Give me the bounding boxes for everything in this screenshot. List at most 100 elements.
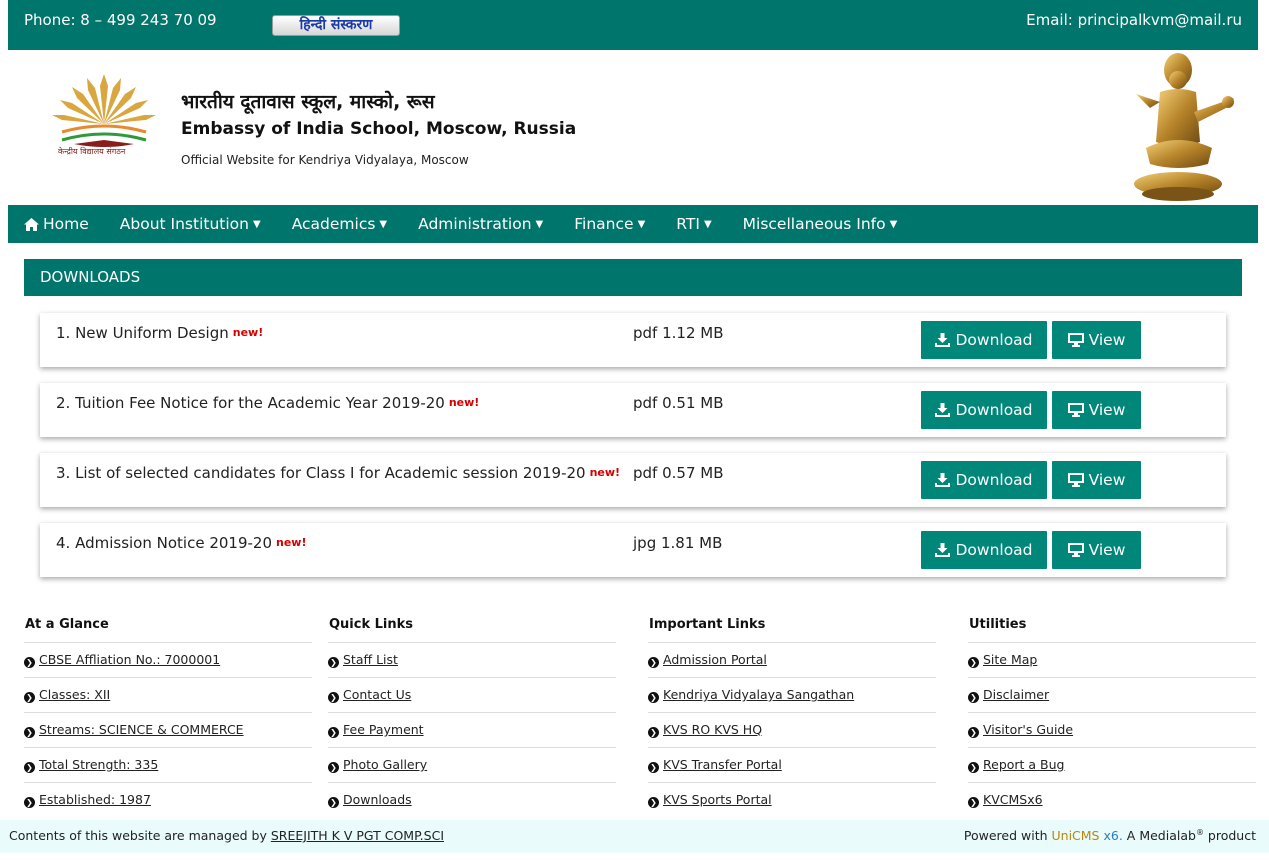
chevron-right-icon: ❯ (328, 727, 339, 738)
download-button[interactable]: Download (921, 321, 1047, 359)
chevron-right-icon: ❯ (328, 657, 339, 668)
managed-by-prefix: Contents of this website are managed by (9, 828, 267, 843)
footer-link-item: ❯ KVS RO KVS HQ (648, 713, 936, 748)
chevron-right-icon: ❯ (648, 727, 659, 738)
chevron-right-icon: ❯ (968, 797, 979, 808)
nav-item-misc[interactable]: Miscellaneous Info ▼ (743, 215, 898, 233)
download-button[interactable]: Download (921, 461, 1047, 499)
footer-link-item: ❯ Admission Portal (648, 643, 936, 678)
download-item-name: 1. New Uniform Design (56, 324, 229, 342)
download-button[interactable]: Download (921, 531, 1047, 569)
medialab-text: A Medialab (1126, 828, 1196, 844)
chevron-right-icon: ❯ (328, 692, 339, 703)
caret-down-icon: ▼ (535, 218, 544, 230)
footer-link[interactable]: Established: 1987 (39, 792, 151, 807)
footer-column-important-links: Important Links ❯ Admission Portal ❯ Kendr… (648, 612, 936, 818)
download-item-name: 4. Admission Notice 2019-20 (56, 534, 272, 552)
download-item-meta: pdf 1.12 MB (633, 324, 724, 342)
footer-column-at-a-glance: At a Glance ❯ CBSE Affliation No.: 700000… (24, 612, 312, 818)
footer-link[interactable]: Total Strength: 335 (39, 757, 158, 772)
download-item-meta: pdf 0.57 MB (633, 464, 724, 482)
footer-link-item: ❯ Report a Bug (968, 748, 1256, 783)
footer-link-item: ❯ Visitor's Guide (968, 713, 1256, 748)
footer-link[interactable]: Report a Bug (983, 757, 1064, 772)
top-bar: Phone: 8 – 499 243 70 09 हिन्दी संस्करण … (8, 0, 1258, 50)
footer-link[interactable]: KVS Sports Portal (663, 792, 772, 807)
download-button-label: Download (955, 331, 1033, 349)
nav-item-home[interactable]: Home (24, 215, 89, 233)
chevron-right-icon: ❯ (648, 657, 659, 668)
view-button-label: View (1088, 541, 1126, 559)
new-badge: new! (448, 396, 480, 409)
footer-link[interactable]: KVS Transfer Portal (663, 757, 782, 772)
nav-label-misc: Miscellaneous Info (742, 215, 886, 233)
footer-link[interactable]: KVS RO KVS HQ (663, 722, 762, 737)
footer-link[interactable]: Disclaimer (983, 687, 1049, 702)
footer-link[interactable]: Visitor's Guide (983, 722, 1073, 737)
chevron-right-icon: ❯ (968, 692, 979, 703)
footer-link[interactable]: Admission Portal (663, 652, 767, 667)
monitor-icon (1067, 543, 1084, 557)
download-item-name: 2. Tuition Fee Notice for the Academic Y… (56, 394, 445, 412)
footer-link-item: ❯ Streams: SCIENCE & COMMERCE (24, 713, 312, 748)
footer-link-item: ❯ Photo Gallery (328, 748, 616, 783)
main-navigation: Home About Institution ▼ Academics ▼ Admin… (8, 205, 1258, 243)
footer-column-title: At a Glance (24, 612, 312, 643)
caret-down-icon: ▼ (379, 218, 388, 230)
footer-link-item: ❯ KVCMSx6 (968, 783, 1256, 818)
footer-link[interactable]: Contact Us (343, 687, 411, 702)
footer-link[interactable]: CBSE Affliation No.: 7000001 (39, 652, 220, 667)
nav-item-rti[interactable]: RTI ▼ (676, 215, 711, 233)
home-icon (24, 217, 39, 231)
monitor-icon (1067, 473, 1084, 487)
managed-by-link[interactable]: SREEJITH K V PGT COMP.SCI (271, 828, 444, 843)
footer-link-item: ❯ Site Map (968, 643, 1256, 678)
powered-by-text: Powered with UniCMS x6. A Medialab® prod… (964, 828, 1256, 843)
footer-link[interactable]: Site Map (983, 652, 1037, 667)
footer-link-item: ❯ Contact Us (328, 678, 616, 713)
view-button[interactable]: View (1052, 391, 1141, 429)
caret-down-icon: ▼ (252, 218, 261, 230)
hindi-version-button[interactable]: हिन्दी संस्करण (272, 15, 400, 36)
nav-item-administration[interactable]: Administration ▼ (418, 215, 543, 233)
footer-link[interactable]: Staff List (343, 652, 398, 667)
download-button-label: Download (955, 401, 1033, 419)
footer-link[interactable]: Fee Payment (343, 722, 424, 737)
site-subtitle: Official Website for Kendriya Vidyalaya,… (181, 153, 469, 167)
nav-item-academics[interactable]: Academics ▼ (292, 215, 387, 233)
nav-item-finance[interactable]: Finance ▼ (574, 215, 645, 233)
footer-link[interactable]: Classes: XII (39, 687, 110, 702)
email-address[interactable]: Email: principalkvm@mail.ru (1026, 11, 1242, 29)
download-button-label: Download (955, 541, 1033, 559)
view-button[interactable]: View (1052, 531, 1141, 569)
download-item: 2. Tuition Fee Notice for the Academic Y… (40, 383, 1226, 437)
download-item-meta: pdf 0.51 MB (633, 394, 724, 412)
chevron-right-icon: ❯ (968, 762, 979, 773)
footer-link[interactable]: Streams: SCIENCE & COMMERCE (39, 722, 244, 737)
footer-link[interactable]: KVCMSx6 (983, 792, 1043, 807)
unicms-link[interactable]: UniCMS (1052, 828, 1100, 843)
footer-column-title: Important Links (648, 612, 936, 643)
saraswati-statue-image (1134, 53, 1234, 201)
download-item: 1. New Uniform Design new! pdf 1.12 MB Do… (40, 313, 1226, 367)
download-item: 3. List of selected candidates for Class… (40, 453, 1226, 507)
footer-link[interactable]: Photo Gallery (343, 757, 427, 772)
downloads-heading: DOWNLOADS (24, 259, 1242, 296)
new-badge: new! (589, 466, 621, 479)
monitor-icon (1067, 403, 1084, 417)
view-button-label: View (1088, 331, 1126, 349)
footer-link[interactable]: Downloads (343, 792, 412, 807)
caret-down-icon: ▼ (703, 218, 712, 230)
footer-link-item: ❯ Fee Payment (328, 713, 616, 748)
logo-caption: केन्द्रीय विद्यालय संगठन (58, 147, 126, 156)
monitor-icon (1067, 333, 1084, 347)
nav-item-about[interactable]: About Institution ▼ (120, 215, 261, 233)
download-button[interactable]: Download (921, 391, 1047, 429)
new-badge: new! (232, 326, 264, 339)
view-button[interactable]: View (1052, 321, 1141, 359)
footer-link-item: ❯ Disclaimer (968, 678, 1256, 713)
chevron-right-icon: ❯ (24, 657, 35, 668)
footer-column-title: Utilities (968, 612, 1256, 643)
view-button[interactable]: View (1052, 461, 1141, 499)
footer-link[interactable]: Kendriya Vidyalaya Sangathan (663, 687, 854, 702)
